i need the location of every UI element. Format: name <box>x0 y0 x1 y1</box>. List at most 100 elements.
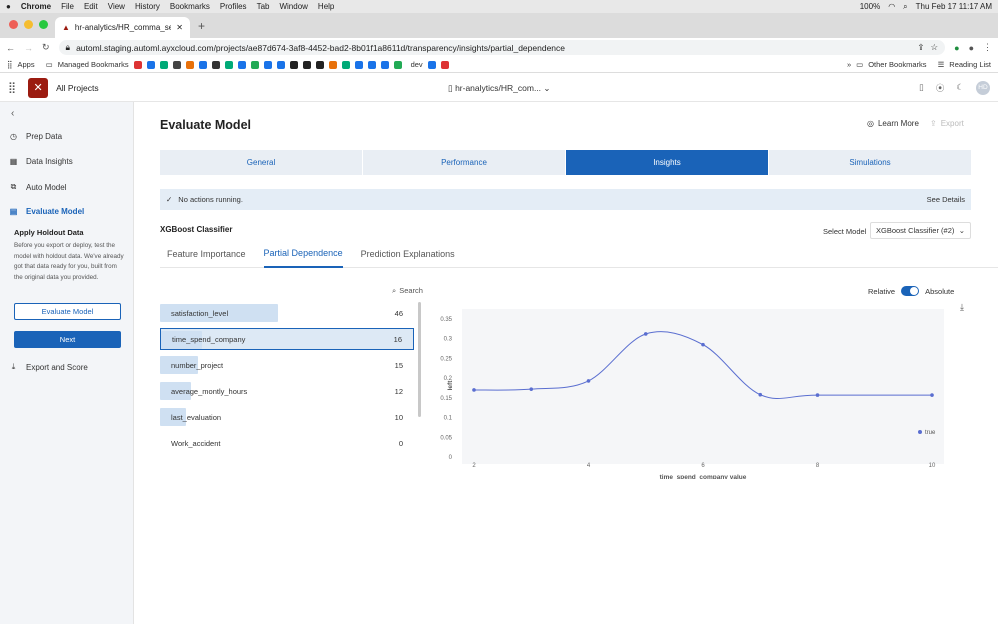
next-button[interactable]: Next <box>14 331 121 348</box>
bookmark-managed[interactable]: Managed Bookmarks <box>58 60 129 69</box>
bookmark-icon[interactable] <box>302 60 311 69</box>
book-icon[interactable]: ▯ <box>919 82 924 93</box>
forward-icon[interactable]: → <box>24 43 33 53</box>
list-item[interactable]: last_evaluation 10 <box>160 406 414 428</box>
search-icon[interactable]: ⌕ <box>903 2 907 12</box>
tab-insights[interactable]: Insights <box>566 150 768 175</box>
y-tick-label: 0.25 <box>440 356 452 362</box>
chevron-right-icon[interactable]: » <box>847 60 851 69</box>
scale-toggle[interactable] <box>901 286 920 296</box>
menu-view[interactable]: View <box>108 2 125 11</box>
bookmark-icon[interactable] <box>250 60 259 69</box>
bookmark-icon[interactable] <box>341 60 350 69</box>
tab-performance[interactable]: Performance <box>363 150 565 175</box>
bookmark-icon[interactable] <box>172 60 181 69</box>
clock-text[interactable]: Thu Feb 17 11:17 AM <box>916 2 992 11</box>
bookmark-icon[interactable] <box>380 60 389 69</box>
collapse-chevron-icon[interactable]: ‹ <box>11 108 14 119</box>
list-item[interactable]: satisfaction_level 46 <box>160 302 414 324</box>
apple-icon[interactable]: ● <box>6 2 11 11</box>
menu-window[interactable]: Window <box>279 2 307 11</box>
bookmark-icon[interactable] <box>159 60 168 69</box>
sidebar-item-prep-data[interactable]: ◷ Prep Data <box>9 132 62 141</box>
bookmark-icon[interactable] <box>315 60 324 69</box>
bookmark-icon[interactable] <box>263 60 272 69</box>
close-window-button[interactable] <box>9 20 18 29</box>
bookmark-icon[interactable] <box>224 60 233 69</box>
menu-edit[interactable]: Edit <box>84 2 98 11</box>
bookmark-icon[interactable] <box>185 60 194 69</box>
feature-importance-value: 15 <box>394 360 403 370</box>
absolute-label: Absolute <box>925 286 955 296</box>
feature-search[interactable]: ⌕ Search <box>392 286 423 296</box>
sidebar-item-evaluate-model[interactable]: ▤ Evaluate Model <box>9 207 85 216</box>
bookmark-icon[interactable] <box>328 60 337 69</box>
menu-file[interactable]: File <box>61 2 74 11</box>
reload-icon[interactable]: ↻ <box>42 42 50 53</box>
list-item[interactable]: number_project 15 <box>160 354 414 376</box>
bookmark-icon[interactable] <box>146 60 155 69</box>
menu-profiles[interactable]: Profiles <box>220 2 247 11</box>
bookmark-reading-list[interactable]: Reading List <box>949 60 991 69</box>
bookmark-icon[interactable] <box>289 60 298 69</box>
menu-bookmarks[interactable]: Bookmarks <box>170 2 210 11</box>
sidebar-item-data-insights[interactable]: ▦ Data Insights <box>9 157 73 166</box>
download-icon[interactable]: ⤓ <box>960 302 964 313</box>
app-grid-icon[interactable]: ⣿ <box>8 81 16 94</box>
feature-name: satisfaction_level <box>171 308 229 318</box>
apps-grid-icon[interactable]: ⣿ <box>7 60 13 69</box>
moon-icon[interactable]: ☾ <box>956 82 964 93</box>
tab-feature-importance[interactable]: Feature Importance <box>167 239 246 268</box>
url-field[interactable]: 🔒︎ automl.staging.automl.ayxcloud.com/pr… <box>58 40 946 55</box>
tab-partial-dependence[interactable]: Partial Dependence <box>263 239 343 268</box>
wifi-icon[interactable]: ◠ <box>888 2 895 11</box>
bookmark-dev[interactable]: dev <box>411 60 423 69</box>
bookmark-icon[interactable] <box>211 60 220 69</box>
share-icon[interactable]: ⇪ <box>917 42 924 53</box>
bookmark-icon[interactable] <box>440 60 449 69</box>
sidebar-item-export-score[interactable]: ⤓ Export and Score <box>9 362 88 372</box>
alteryx-logo[interactable]: ✕ <box>28 77 49 98</box>
broadcast-icon[interactable]: ⦿ <box>936 82 945 94</box>
zoom-window-button[interactable] <box>39 20 48 29</box>
bookmark-icon[interactable] <box>393 60 402 69</box>
menu-help[interactable]: Help <box>318 2 334 11</box>
learn-more-button[interactable]: ◎ Learn More <box>867 119 919 128</box>
list-item[interactable]: average_montly_hours 12 <box>160 380 414 402</box>
bookmark-icon[interactable] <box>427 60 436 69</box>
bookmark-apps[interactable]: Apps <box>18 60 35 69</box>
avatar[interactable]: HD <box>976 80 990 95</box>
minimize-window-button[interactable] <box>24 20 33 29</box>
menu-history[interactable]: History <box>135 2 160 11</box>
bookmark-icon[interactable] <box>367 60 376 69</box>
back-icon[interactable]: ← <box>6 43 15 53</box>
bookmark-icon[interactable] <box>237 60 246 69</box>
export-button[interactable]: ⇪ Export <box>930 119 964 128</box>
list-item[interactable]: Work_accident 0 <box>160 432 414 454</box>
sidebar-item-auto-model[interactable]: ⧉ Auto Model <box>9 182 67 192</box>
profile-icon[interactable]: ● <box>969 43 974 53</box>
tab-simulations[interactable]: Simulations <box>769 150 971 175</box>
feature-list-scrollbar[interactable] <box>418 302 421 417</box>
tab-general[interactable]: General <box>160 150 362 175</box>
bookmark-icon[interactable] <box>133 60 142 69</box>
menu-app-name[interactable]: Chrome <box>21 2 51 11</box>
close-tab-icon[interactable]: ✕ <box>176 23 183 32</box>
all-projects-link[interactable]: All Projects <box>56 83 99 93</box>
browser-tab[interactable]: ▲ hr-analytics/HR_comma_sep... ✕ <box>55 17 190 38</box>
bookmark-icon[interactable] <box>276 60 285 69</box>
bookmark-star-icon[interactable]: ☆ <box>931 42 939 53</box>
extension-icon[interactable]: ● <box>954 43 959 53</box>
new-tab-icon[interactable]: + <box>190 19 213 38</box>
evaluate-model-button[interactable]: Evaluate Model <box>14 303 121 320</box>
select-model-dropdown[interactable]: XGBoost Classifier (#2) ⌄ <box>870 222 971 239</box>
list-item[interactable]: time_spend_company 16 <box>160 328 414 350</box>
bookmark-other[interactable]: Other Bookmarks <box>868 60 926 69</box>
chrome-menu-icon[interactable]: ⋮ <box>983 42 992 53</box>
bookmark-icon[interactable] <box>354 60 363 69</box>
see-details-link[interactable]: See Details <box>927 195 965 204</box>
tab-prediction-explanations[interactable]: Prediction Explanations <box>361 239 455 268</box>
menu-tab[interactable]: Tab <box>257 2 270 11</box>
project-selector[interactable]: ▯ hr-analytics/HR_com... ⌄ <box>448 83 551 94</box>
bookmark-icon[interactable] <box>198 60 207 69</box>
